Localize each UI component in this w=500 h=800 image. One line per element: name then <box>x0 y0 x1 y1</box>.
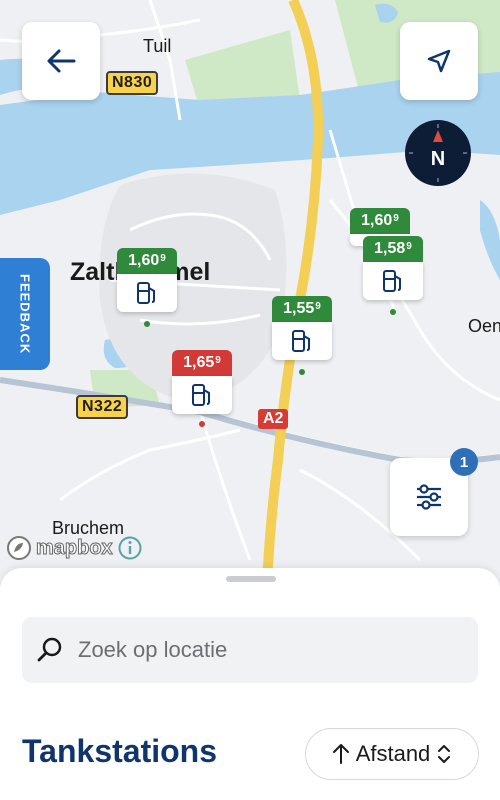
search-placeholder: Zoek op locatie <box>78 637 228 662</box>
station-price: 1,65 <box>183 354 215 371</box>
station-marker[interactable]: 1,55 9 <box>272 296 332 375</box>
station-price: 1,58 <box>374 240 406 257</box>
fuel-pump-icon <box>292 330 310 352</box>
station-price-decimal: 9 <box>315 300 321 312</box>
search-input[interactable]: Zoek op locatie <box>22 617 478 683</box>
fuel-pump-icon <box>383 270 401 292</box>
mapbox-wordmark: mapbox <box>36 536 114 559</box>
page-title: Tankstations <box>22 733 217 769</box>
fuel-pump-icon <box>137 282 155 304</box>
feedback-label: FEEDBACK <box>17 273 33 355</box>
station-icon-box <box>363 262 423 300</box>
filter-count-badge: 1 <box>450 448 478 476</box>
place-label-tuil: Tuil <box>143 36 172 56</box>
station-price-tag: 1,58 9 <box>363 236 423 262</box>
road-shield-a2: A2 <box>258 409 289 429</box>
sort-dropdown[interactable]: Afstand <box>305 728 479 780</box>
arrow-up-icon <box>332 744 349 764</box>
map-attribution: mapbox <box>6 535 143 561</box>
station-price-tag: 1,65 9 <box>172 350 232 376</box>
station-location-dot <box>144 321 150 327</box>
chevron-up-down-icon <box>438 745 451 763</box>
search-icon <box>37 637 62 662</box>
station-price-tag: 1,60 9 <box>117 248 177 274</box>
station-marker[interactable]: 1,60 9 <box>117 248 177 327</box>
station-icon-box <box>272 322 332 360</box>
fuel-pump-icon <box>192 384 210 406</box>
sheet-drag-handle[interactable] <box>226 576 276 582</box>
locate-me-button[interactable] <box>400 22 478 100</box>
filter-sliders-icon <box>417 484 441 510</box>
station-price: 1,60 <box>361 212 393 229</box>
compass-north-label: N <box>430 147 446 170</box>
bottom-sheet: Zoek op locatie Tankstations Afstand <box>0 568 500 800</box>
map-view[interactable]: Tuil Zaltbommel Oen Bruchem N830 N322 A2… <box>0 0 500 600</box>
station-price-decimal: 9 <box>393 212 399 224</box>
station-price-decimal: 9 <box>215 354 221 366</box>
compass-button[interactable]: N <box>405 120 471 186</box>
station-marker[interactable]: 1,65 9 <box>172 350 232 427</box>
sort-label: Afstand <box>355 741 431 766</box>
station-icon-box <box>117 274 177 312</box>
station-location-dot <box>199 421 205 427</box>
station-price-decimal: 9 <box>406 240 412 252</box>
station-price-decimal: 9 <box>160 252 166 264</box>
station-location-dot <box>299 369 305 375</box>
station-marker[interactable]: 1,58 9 <box>363 236 423 315</box>
station-price-tag: 1,60 9 <box>350 208 410 234</box>
station-price: 1,55 <box>283 300 315 317</box>
place-label-oen: Oen <box>468 316 500 336</box>
road-shield-n830: N830 <box>106 71 159 95</box>
station-price-tag: 1,55 9 <box>272 296 332 322</box>
station-icon-box <box>172 376 232 414</box>
info-icon[interactable] <box>117 535 143 561</box>
back-button[interactable] <box>22 22 100 100</box>
feedback-tab[interactable]: FEEDBACK <box>0 258 50 370</box>
mapbox-logo-icon <box>7 536 31 560</box>
back-arrow-icon <box>47 49 76 73</box>
navigation-arrow-icon <box>427 49 451 73</box>
station-price: 1,60 <box>128 252 160 269</box>
road-shield-n322: N322 <box>76 395 129 419</box>
station-location-dot <box>390 309 396 315</box>
